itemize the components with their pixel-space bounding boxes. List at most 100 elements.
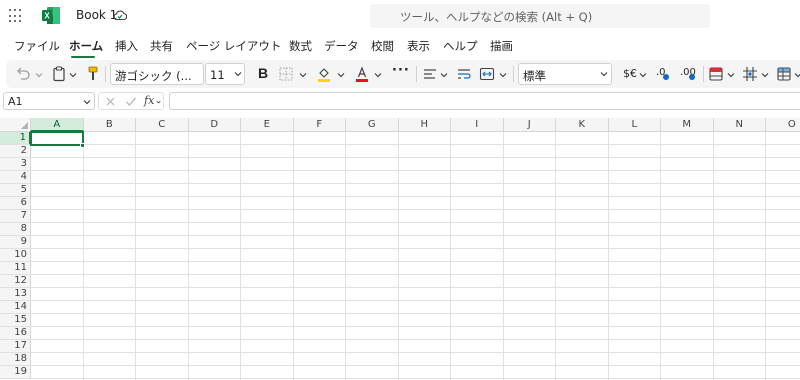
column-header-e[interactable]: E [241,118,294,132]
row-header-2[interactable]: 2 [0,145,31,158]
more-options-button[interactable]: ··· [392,63,410,81]
column-header-m[interactable]: M [661,118,714,132]
tab-insert[interactable]: 挿入 [115,38,138,54]
workbook-title[interactable]: Book 1 [76,8,117,22]
svg-text:X: X [44,12,50,21]
select-all-button[interactable] [0,118,31,132]
tab-formulas[interactable]: 数式 [289,38,312,54]
merge-chevron-down-icon[interactable] [498,70,508,80]
tab-review[interactable]: 校閲 [371,38,394,54]
insert-function-button[interactable]: fx [144,94,154,107]
row-header-11[interactable]: 11 [0,262,31,275]
currency-chevron-down-icon[interactable] [638,70,648,80]
name-box[interactable]: A1 [3,92,95,110]
conditional-formatting-chevron-down-icon[interactable] [726,70,736,80]
wrap-text-icon[interactable] [456,65,472,83]
align-chevron-down-icon[interactable] [439,70,449,80]
row-header-13[interactable]: 13 [0,288,31,301]
search-input[interactable]: ツール、ヘルプなどの検索 (Alt + Q) [370,4,710,28]
grid-row-line [31,157,800,158]
format-as-table-chevron-down-icon[interactable] [793,70,800,80]
insert-cells-chevron-down-icon[interactable] [760,70,770,80]
grid-row-line [31,365,800,366]
row-header-18[interactable]: 18 [0,353,31,366]
fx-chevron-down-icon[interactable] [155,99,162,105]
column-header-k[interactable]: K [556,118,609,132]
confirm-entry-icon[interactable] [125,96,137,107]
merge-cells-icon[interactable] [479,65,495,83]
column-header-d[interactable]: D [188,118,241,132]
currency-format-button[interactable]: $€ [623,67,637,85]
format-painter-icon[interactable] [86,65,100,83]
row-header-9[interactable]: 9 [0,236,31,249]
tab-share[interactable]: 共有 [150,38,173,54]
row-header-5[interactable]: 5 [0,184,31,197]
row-header-15[interactable]: 15 [0,314,31,327]
row-header-14[interactable]: 14 [0,301,31,314]
spreadsheet-grid[interactable]: A B C D E F G H I J K L M N O 1 2 3 4 5 6 7 8 9 10 11 12 13 14 15 16 17… [0,118,800,380]
app-launcher-icon[interactable] [9,9,23,23]
column-header-l[interactable]: L [608,118,661,132]
cancel-entry-icon[interactable] [105,96,116,107]
column-header-b[interactable]: B [83,118,136,132]
font-name-select[interactable]: 游ゴシック (... [110,63,204,85]
undo-icon[interactable] [15,65,31,83]
font-color-chevron-down-icon[interactable] [373,70,383,80]
tab-help[interactable]: ヘルプ [443,38,478,54]
font-size-value: 11 [210,68,225,82]
active-tab-indicator [71,56,95,58]
row-header-7[interactable]: 7 [0,210,31,223]
home-ribbon: 游ゴシック (... 11 B ··· 標準 $€ .0 .00 [6,60,800,88]
tab-data[interactable]: データ [324,38,359,54]
tab-view[interactable]: 表示 [407,38,430,54]
fill-handle[interactable] [80,143,85,148]
formula-input[interactable] [169,92,800,110]
title-bar: X Book 1 ツール、ヘルプなどの検索 (Alt + Q) [0,0,800,32]
number-format-select[interactable]: 標準 [518,63,612,85]
row-header-19[interactable]: 19 [0,366,31,379]
row-header-6[interactable]: 6 [0,197,31,210]
fill-color-icon[interactable] [316,65,332,83]
bold-button[interactable]: B [258,65,268,83]
tab-draw[interactable]: 描画 [490,38,513,54]
column-header-g[interactable]: G [346,118,399,132]
column-header-h[interactable]: H [398,118,451,132]
row-header-8[interactable]: 8 [0,223,31,236]
conditional-formatting-icon[interactable] [708,65,724,83]
column-header-i[interactable]: I [451,118,504,132]
tab-home[interactable]: ホーム [69,38,103,54]
fill-color-chevron-down-icon[interactable] [336,70,346,80]
paste-icon[interactable] [52,65,66,83]
row-header-17[interactable]: 17 [0,340,31,353]
format-as-table-icon[interactable] [776,65,792,83]
column-header-n[interactable]: N [713,118,766,132]
row-header-10[interactable]: 10 [0,249,31,262]
row-header-16[interactable]: 16 [0,327,31,340]
column-header-j[interactable]: J [503,118,556,132]
ribbon-divider [513,66,514,82]
ribbon-divider [416,66,417,82]
active-cell[interactable] [30,131,84,146]
borders-chevron-down-icon[interactable] [298,70,308,80]
row-header-12[interactable]: 12 [0,275,31,288]
name-box-chevron-down-icon [83,100,91,105]
row-header-3[interactable]: 3 [0,158,31,171]
formula-bar: A1 fx [0,90,800,112]
cloud-saved-icon[interactable] [113,9,127,21]
insert-cells-icon[interactable] [742,65,758,83]
paste-chevron-down-icon[interactable] [68,70,78,80]
font-size-select[interactable]: 11 [205,63,245,85]
tab-file[interactable]: ファイル [14,38,60,54]
column-header-a[interactable]: A [31,118,84,132]
undo-chevron-down-icon[interactable] [34,70,44,80]
column-header-c[interactable]: C [136,118,189,132]
row-header-1[interactable]: 1 [0,132,31,145]
row-header-4[interactable]: 4 [0,171,31,184]
font-color-icon[interactable] [354,65,370,83]
align-left-icon[interactable] [422,65,438,83]
column-header-f[interactable]: F [293,118,346,132]
tab-page-layout[interactable]: ページ レイアウト [186,38,281,54]
ribbon-divider [105,66,106,82]
column-header-o[interactable]: O [766,118,800,132]
borders-icon[interactable] [278,65,294,83]
